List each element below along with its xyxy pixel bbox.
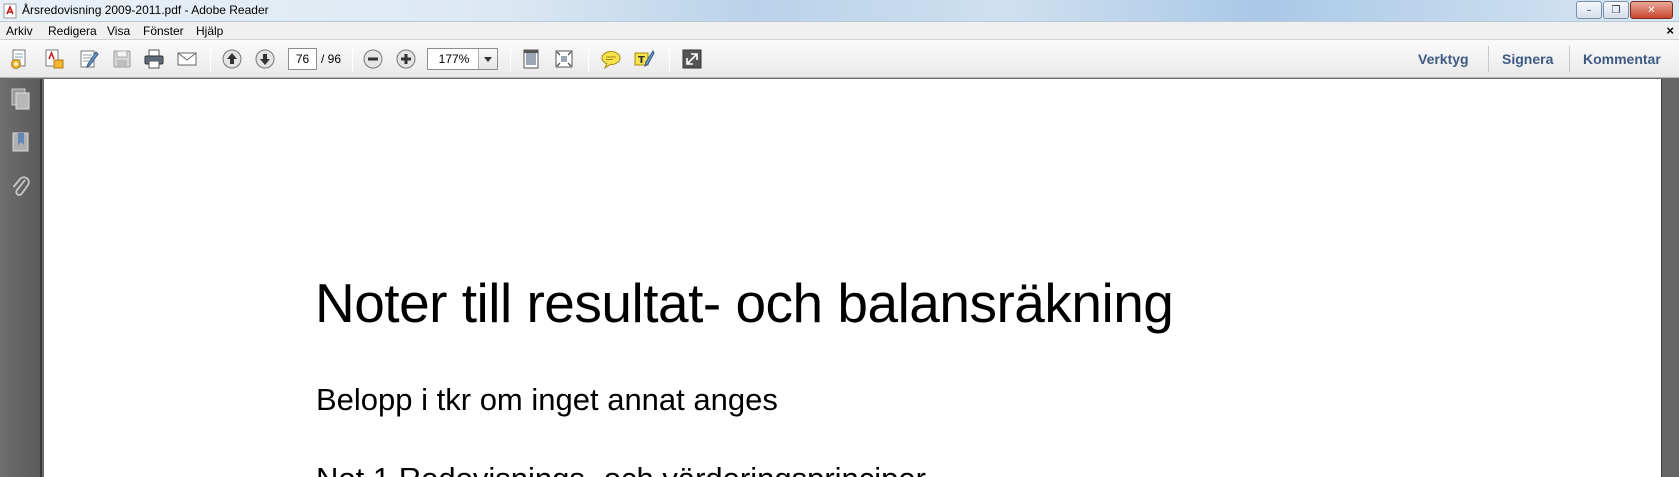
menu-hjalp[interactable]: Hjälp [196,24,223,38]
highlight-button[interactable]: T [632,47,656,71]
menu-fonster[interactable]: Fönster [143,24,184,38]
page-up-icon [222,49,242,69]
bookmark-icon[interactable] [9,131,33,155]
chevron-down-icon [484,56,492,62]
edit-pdf-button[interactable] [77,47,101,71]
zoom-value: 177% [438,52,470,66]
right-panel-strip [1661,79,1679,477]
menu-bar: Arkiv Redigera Visa Fönster Hjälp × [0,22,1679,40]
email-icon [177,52,197,66]
svg-text:T: T [638,55,645,66]
next-page-button[interactable] [253,47,277,71]
tab-kommentar[interactable]: Kommentar [1583,51,1661,67]
page-down-icon [255,49,275,69]
create-pdf-button[interactable] [8,47,32,71]
save-button[interactable] [110,47,134,71]
previous-page-button[interactable] [220,47,244,71]
zoom-out-button[interactable] [361,47,385,71]
toolbar-separator [210,46,211,72]
comment-icon [601,51,621,70]
tab-separator [1488,46,1489,72]
print-icon [144,49,164,69]
fit-page-icon [523,49,539,69]
zoom-in-button[interactable] [394,47,418,71]
window-controls: – ❐ ✕ [1575,1,1673,19]
zoom-dropdown-button[interactable] [478,49,497,69]
tab-verktyg[interactable]: Verktyg [1418,51,1469,67]
fit-width-icon [555,50,573,68]
zoom-select[interactable]: 177% [427,48,498,70]
page-title: Noter till resultat- och balansräkning [315,272,1174,334]
print-button[interactable] [142,47,166,71]
section-heading-partial: Not 1 Redovisnings- och värderingsprinci… [316,461,926,477]
tab-separator [1569,46,1570,72]
adobe-reader-icon [3,3,17,19]
comment-button[interactable] [599,47,623,71]
fullscreen-icon [682,49,702,69]
minimize-button[interactable]: – [1576,1,1602,19]
edit-pdf-icon [80,50,99,69]
save-icon [113,50,131,68]
export-pdf-button[interactable] [42,47,66,71]
page-subtitle: Belopp i tkr om inget annat anges [316,382,778,417]
toolbar-separator [669,46,670,72]
highlight-icon: T [634,49,655,68]
fullscreen-button[interactable] [680,47,704,71]
current-page-input[interactable]: 76 [288,48,317,70]
window-title: Årsredovisning 2009-2011.pdf - Adobe Rea… [22,3,269,17]
close-window-button[interactable]: ✕ [1630,1,1673,19]
navigation-pane [0,79,42,477]
restore-icon: ❐ [1611,4,1621,16]
total-pages: / 96 [321,52,342,66]
fit-page-button[interactable] [519,47,543,71]
document-page[interactable]: Noter till resultat- och balansräkning B… [44,79,1661,477]
toolbar-separator [352,46,353,72]
zoom-in-icon [396,49,416,69]
title-bar: Årsredovisning 2009-2011.pdf - Adobe Rea… [0,0,1679,22]
pages-icon[interactable] [9,87,33,111]
close-icon: ✕ [1647,4,1656,16]
menu-arkiv[interactable]: Arkiv [6,24,33,38]
create-pdf-icon [11,49,26,69]
attachment-icon[interactable] [9,175,33,199]
fit-width-button[interactable] [552,47,576,71]
email-button[interactable] [175,47,199,71]
restore-button[interactable]: ❐ [1603,1,1629,19]
menu-redigera[interactable]: Redigera [48,24,97,38]
close-document-icon[interactable]: × [1666,23,1674,38]
toolbar-separator [588,46,589,72]
export-pdf-icon [45,49,64,69]
zoom-out-icon [363,49,383,69]
tab-signera[interactable]: Signera [1502,51,1553,67]
menu-visa[interactable]: Visa [107,24,130,38]
toolbar: 76 / 96 177% T Verktyg Signera Kommentar [0,40,1679,78]
toolbar-separator [510,46,511,72]
minimize-icon: – [1586,4,1592,16]
